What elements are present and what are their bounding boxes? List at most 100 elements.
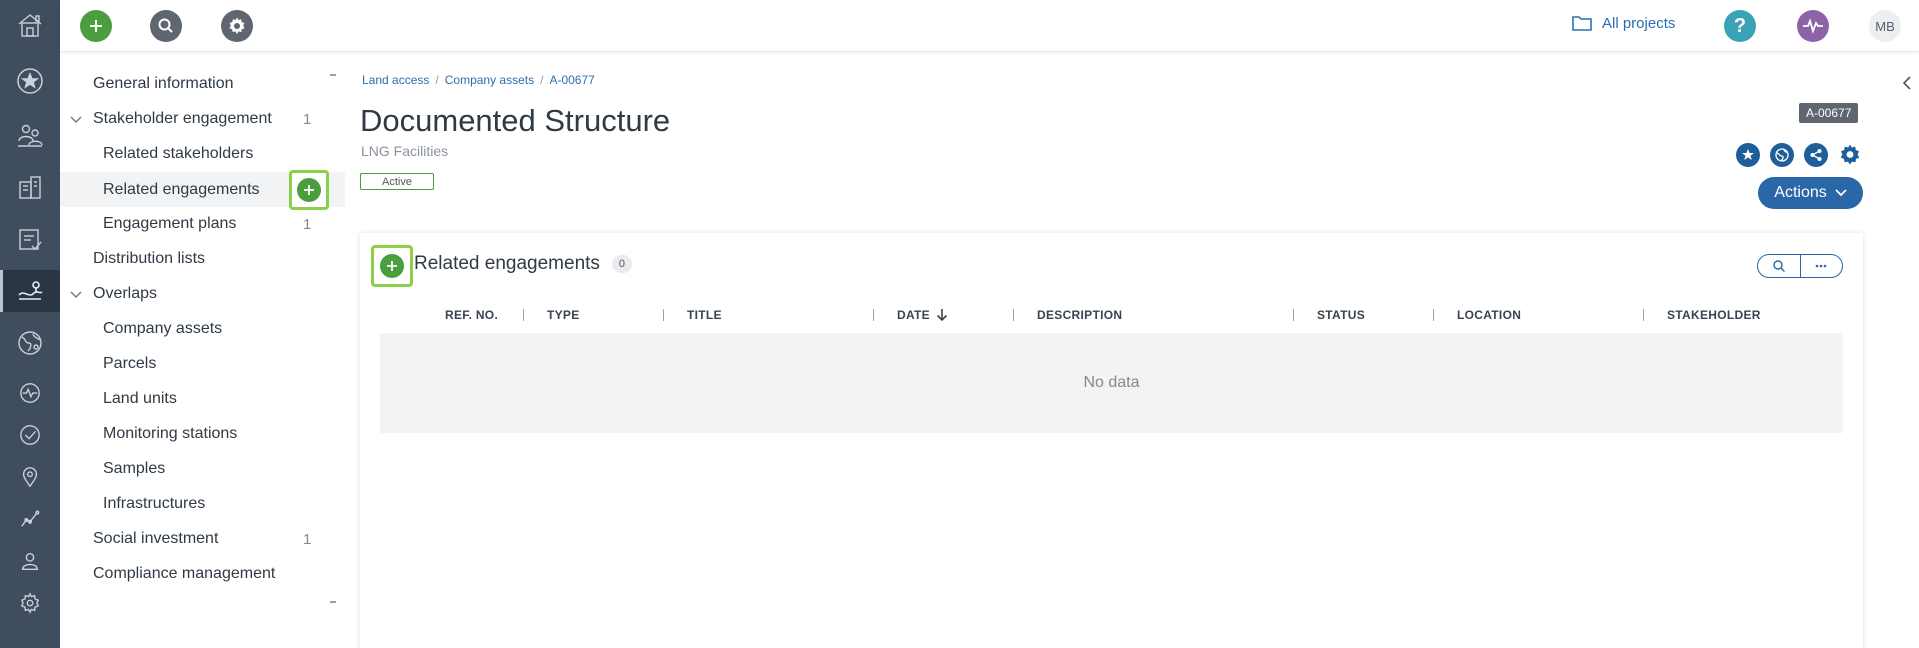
nav-label: Stakeholder engagement — [93, 110, 272, 127]
user-profile-icon[interactable] — [0, 540, 60, 582]
nav-social-investment[interactable]: Social investment — [93, 530, 218, 548]
more-dots-icon — [1815, 264, 1827, 268]
pulse-icon — [1803, 18, 1823, 34]
nav-company-assets[interactable]: Company assets — [103, 320, 222, 338]
chevron-down-icon[interactable] — [69, 288, 83, 302]
avatar-initials: MB — [1875, 18, 1895, 34]
column-header-title[interactable]: TITLE — [687, 304, 722, 326]
plus-circle-icon — [380, 254, 404, 278]
company-buildings-icon[interactable] — [0, 166, 60, 208]
nav-label: Related engagements — [103, 180, 260, 198]
column-label: LOCATION — [1457, 308, 1522, 322]
no-data-label: No data — [1083, 374, 1140, 391]
collapse-panel-chevron-icon[interactable] — [1901, 75, 1913, 91]
favorite-star-icon[interactable] — [1736, 143, 1760, 167]
nav-label: General information — [93, 75, 234, 92]
activity-pulse-icon[interactable] — [0, 372, 60, 414]
nav-label: Infrastructures — [103, 495, 206, 512]
panel-title-text: Related engagements — [414, 253, 600, 274]
nav-infrastructures[interactable]: Infrastructures — [103, 495, 205, 513]
nav-label: Monitoring stations — [103, 425, 238, 442]
nav-samples[interactable]: Samples — [103, 460, 165, 478]
user-avatar[interactable]: MB — [1869, 10, 1901, 42]
nav-label: Company assets — [103, 320, 223, 337]
stakeholders-icon[interactable] — [0, 114, 60, 156]
status-badge: Active — [360, 173, 434, 190]
record-count-badge: 0 — [611, 255, 632, 273]
column-resizer[interactable] — [523, 309, 524, 321]
add-new-button[interactable] — [80, 10, 112, 42]
column-header-location[interactable]: LOCATION — [1457, 304, 1521, 326]
column-resizer[interactable] — [663, 309, 664, 321]
scroll-down-indicator[interactable] — [330, 601, 336, 603]
plus-icon — [90, 20, 102, 32]
share-icon[interactable] — [1804, 143, 1828, 167]
nav-label: Social investment — [93, 530, 219, 547]
top-bar: All projects ? MB — [60, 0, 1919, 52]
nav-compliance-management[interactable]: Compliance management — [93, 565, 275, 583]
actions-dropdown-button[interactable]: Actions — [1758, 177, 1863, 209]
column-resizer[interactable] — [1643, 309, 1644, 321]
breadcrumb-land-access[interactable]: Land access — [362, 73, 429, 87]
nav-stakeholder-engagement[interactable]: Stakeholder engagement — [93, 110, 272, 128]
breadcrumb: Land access / Company assets / A-00677 — [362, 73, 595, 87]
nav-label: Samples — [103, 460, 166, 477]
column-resizer[interactable] — [1013, 309, 1014, 321]
nav-related-stakeholders[interactable]: Related stakeholders — [103, 145, 253, 163]
globe-map-icon[interactable] — [0, 322, 60, 364]
add-related-engagement-nav-button[interactable] — [289, 170, 329, 210]
activity-button[interactable] — [1797, 10, 1829, 42]
panel-more-options-button[interactable] — [1799, 255, 1843, 277]
nav-count: 1 — [303, 531, 312, 548]
question-mark-icon: ? — [1733, 14, 1747, 37]
all-projects-link[interactable]: All projects — [1572, 14, 1675, 32]
add-related-engagement-button[interactable] — [371, 245, 413, 287]
page-title: Documented Structure — [360, 103, 671, 138]
location-pin-icon[interactable] — [0, 456, 60, 498]
analytics-line-icon[interactable] — [0, 498, 60, 540]
table-header: REF. NO. TYPE TITLE DATE DESCRIPTION STA… — [380, 304, 1843, 328]
app-icon-rail — [0, 0, 60, 648]
column-header-status[interactable]: STATUS — [1317, 304, 1365, 326]
nav-distribution-lists[interactable]: Distribution lists — [93, 250, 205, 268]
column-label: STATUS — [1317, 308, 1366, 322]
breadcrumb-company-assets[interactable]: Company assets — [445, 73, 534, 87]
column-header-description[interactable]: DESCRIPTION — [1037, 304, 1122, 326]
settings-gear-icon[interactable] — [0, 582, 60, 624]
nav-land-units[interactable]: Land units — [103, 390, 177, 408]
column-header-date[interactable]: DATE — [897, 304, 948, 326]
nav-label: Land units — [103, 390, 177, 407]
nav-label: Related stakeholders — [103, 145, 254, 162]
column-resizer[interactable] — [1433, 309, 1434, 321]
record-side-nav: General information Stakeholder engageme… — [60, 52, 345, 648]
record-settings-gear-icon[interactable] — [1838, 143, 1862, 167]
globe-icon[interactable] — [1770, 143, 1794, 167]
nav-count: 1 — [303, 216, 312, 233]
help-button[interactable]: ? — [1724, 10, 1756, 42]
panel-search-button[interactable] — [1758, 255, 1800, 277]
column-header-type[interactable]: TYPE — [547, 304, 580, 326]
chevron-down-icon[interactable] — [69, 113, 83, 127]
favorites-star-icon[interactable] — [0, 60, 60, 102]
compliance-check-icon[interactable] — [0, 414, 60, 456]
nav-monitoring-stations[interactable]: Monitoring stations — [103, 425, 237, 443]
nav-label: Engagement plans — [103, 215, 237, 232]
column-resizer[interactable] — [1293, 309, 1294, 321]
global-search-button[interactable] — [150, 10, 182, 42]
plus-circle-icon — [297, 178, 321, 202]
tasks-checklist-icon[interactable] — [0, 218, 60, 260]
home-icon[interactable] — [0, 4, 60, 46]
sort-descending-arrow-icon — [936, 309, 948, 322]
scroll-up-indicator[interactable] — [330, 74, 336, 76]
nav-general-information[interactable]: General information — [93, 75, 234, 93]
land-access-icon[interactable] — [0, 270, 60, 312]
column-resizer[interactable] — [873, 309, 874, 321]
column-header-ref-no[interactable]: REF. NO. — [445, 304, 498, 326]
nav-overlaps[interactable]: Overlaps — [93, 285, 157, 303]
nav-parcels[interactable]: Parcels — [103, 355, 156, 373]
nav-label: Parcels — [103, 355, 157, 372]
nav-engagement-plans[interactable]: Engagement plans — [103, 215, 236, 233]
global-settings-button[interactable] — [221, 10, 253, 42]
breadcrumb-record-id[interactable]: A-00677 — [549, 73, 594, 87]
column-header-stakeholder[interactable]: STAKEHOLDER — [1667, 304, 1761, 326]
